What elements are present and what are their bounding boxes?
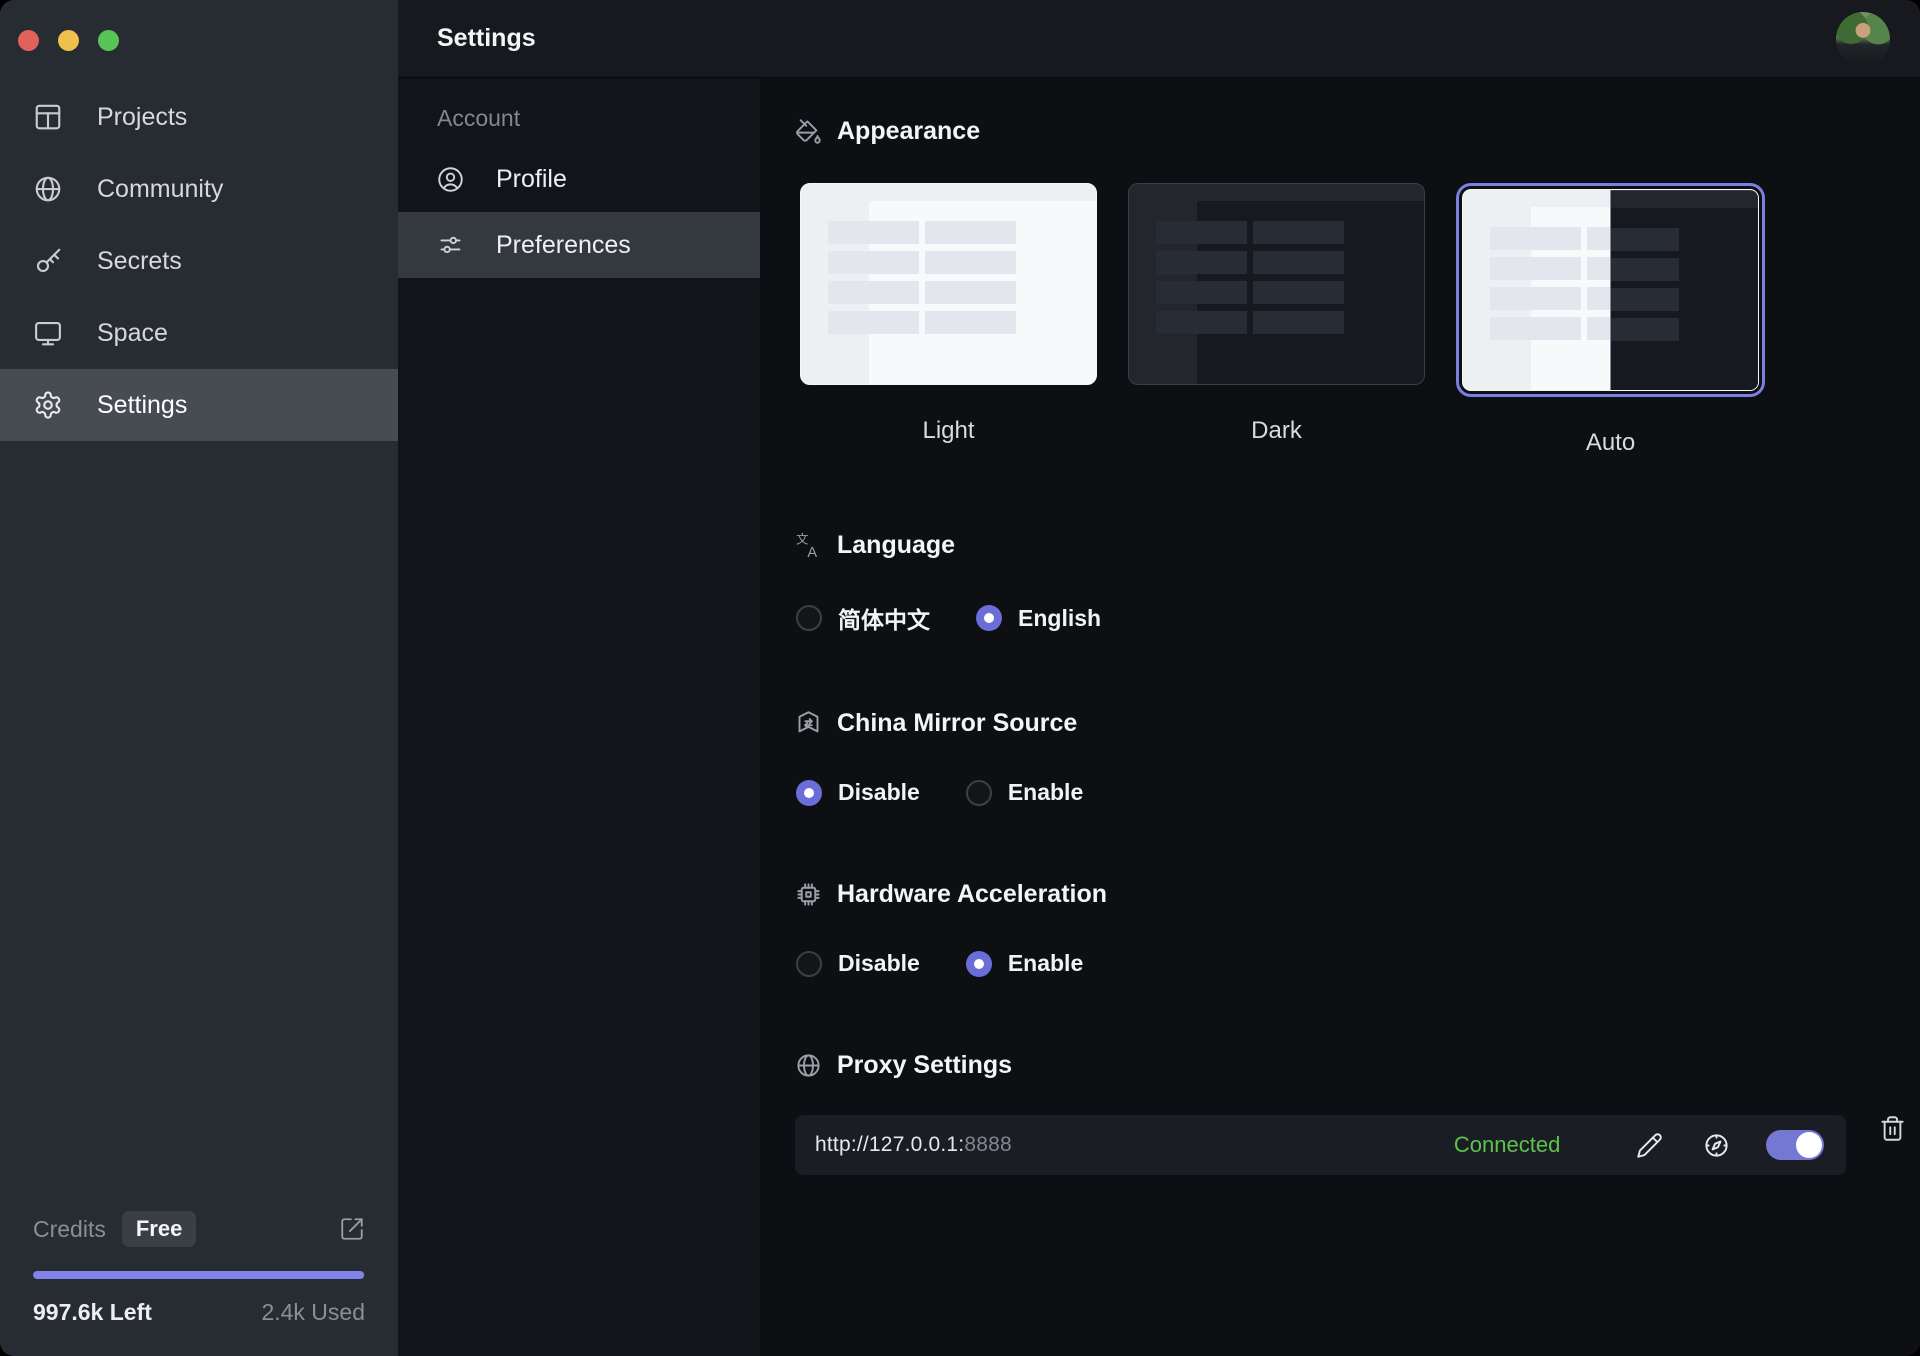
settings-nav-item-label: Preferences: [496, 231, 631, 260]
settings-nav-section-label: Account: [437, 105, 760, 132]
radio-hw-enable[interactable]: [966, 951, 992, 977]
theme-label: Auto: [1456, 429, 1765, 457]
edit-pencil-icon[interactable]: [1636, 1132, 1663, 1159]
appearance-section-header: Appearance: [795, 115, 1920, 147]
sliders-icon: [437, 232, 464, 259]
credits-panel: Credits Free 997.6k Left 2.4k Used: [33, 1211, 365, 1326]
china-mirror-radio-group: Disable Enable: [796, 779, 1920, 806]
user-circle-icon: [437, 166, 464, 193]
cpu-icon: [795, 881, 822, 908]
theme-option-light[interactable]: Light: [800, 183, 1097, 457]
proxy-toggle[interactable]: [1766, 1130, 1824, 1160]
globe-icon: [33, 174, 63, 204]
section-title: Proxy Settings: [837, 1051, 1012, 1080]
proxy-entry-row: http://127.0.0.1:8888 Connected: [795, 1115, 1846, 1175]
sidebar-item-projects[interactable]: Projects: [0, 81, 398, 153]
header: Settings: [398, 0, 1920, 78]
proxy-section-header: Proxy Settings: [795, 1049, 1920, 1081]
plan-badge: Free: [122, 1211, 196, 1247]
proxy-url: http://127.0.0.1:8888: [815, 1133, 1012, 1157]
settings-nav: Account Profile Preferences: [398, 79, 760, 1356]
sidebar-item-label: Community: [97, 175, 223, 204]
radio-label: Disable: [838, 950, 920, 977]
theme-label: Light: [800, 417, 1097, 445]
monitor-icon: [33, 318, 63, 348]
proxy-status-badge: Connected: [1454, 1132, 1560, 1158]
credits-label: Credits: [33, 1216, 106, 1243]
china-mirror-section-header: China Mirror Source: [795, 707, 1920, 739]
sidebar-item-secrets[interactable]: Secrets: [0, 225, 398, 297]
section-title: China Mirror Source: [837, 709, 1077, 738]
delete-proxy-trash-icon[interactable]: [1879, 1115, 1906, 1142]
preferences-content: Appearance Light Dark: [760, 79, 1920, 1356]
theme-option-auto[interactable]: Auto: [1456, 183, 1765, 457]
theme-option-dark[interactable]: Dark: [1128, 183, 1425, 457]
radio-hw-disable[interactable]: [796, 951, 822, 977]
sidebar-item-community[interactable]: Community: [0, 153, 398, 225]
language-section-header: 文 A Language: [795, 529, 1920, 561]
hardware-accel-radio-group: Disable Enable: [796, 950, 1920, 977]
radio-label: Enable: [1008, 950, 1083, 977]
settings-nav-item-preferences[interactable]: Preferences: [398, 212, 760, 278]
radio-mirror-disable[interactable]: [796, 780, 822, 806]
sidebar-item-label: Projects: [97, 103, 187, 132]
language-radio-group: 简体中文 English: [796, 601, 1920, 635]
toggle-knob: [1796, 1132, 1822, 1158]
sidebar-item-label: Space: [97, 319, 168, 348]
zoom-window-button[interactable]: [98, 30, 119, 51]
settings-nav-item-profile[interactable]: Profile: [398, 146, 760, 212]
close-window-button[interactable]: [18, 30, 39, 51]
sidebar-item-label: Secrets: [97, 247, 182, 276]
radio-mirror-enable[interactable]: [966, 780, 992, 806]
section-title: Hardware Acceleration: [837, 880, 1107, 909]
section-title: Language: [837, 531, 955, 560]
sidebar-item-space[interactable]: Space: [0, 297, 398, 369]
theme-label: Dark: [1128, 417, 1425, 445]
mirror-banner-icon: [795, 710, 822, 737]
theme-options: Light Dark: [800, 183, 1920, 457]
credits-used: 2.4k Used: [261, 1299, 365, 1326]
selected-theme-border: [1456, 183, 1765, 397]
theme-preview-auto[interactable]: [1462, 189, 1759, 391]
settings-nav-item-label: Profile: [496, 165, 567, 194]
svg-text:A: A: [807, 544, 817, 558]
sidebar: Projects Community Secrets Space: [0, 0, 398, 1356]
section-title: Appearance: [837, 117, 980, 146]
projects-icon: [33, 102, 63, 132]
proxy-actions: [1636, 1130, 1824, 1160]
theme-preview-dark[interactable]: [1128, 183, 1425, 385]
theme-preview-light[interactable]: [800, 183, 1097, 385]
credits-progress-fill: [33, 1271, 364, 1279]
credits-progress-bar: [33, 1271, 365, 1279]
globe-proxy-icon: [795, 1052, 822, 1079]
radio-label: English: [1018, 605, 1101, 632]
page-title: Settings: [437, 24, 536, 53]
radio-chinese[interactable]: [796, 605, 822, 631]
speed-test-compass-icon[interactable]: [1703, 1132, 1730, 1159]
radio-label: 简体中文: [838, 601, 930, 635]
external-link-icon[interactable]: [339, 1216, 365, 1242]
key-icon: [33, 246, 63, 276]
radio-label: Disable: [838, 779, 920, 806]
translate-icon: 文 A: [795, 532, 822, 559]
paint-bucket-icon: [795, 118, 822, 145]
gear-icon: [33, 390, 63, 420]
proxy-port: 8888: [964, 1133, 1012, 1156]
sidebar-item-label: Settings: [97, 391, 187, 420]
window-controls: [18, 30, 119, 51]
user-avatar[interactable]: [1836, 12, 1890, 66]
minimize-window-button[interactable]: [58, 30, 79, 51]
app-window: Projects Community Secrets Space: [0, 0, 1920, 1356]
proxy-host: http://127.0.0.1:: [815, 1133, 964, 1156]
sidebar-nav: Projects Community Secrets Space: [0, 81, 398, 441]
radio-label: Enable: [1008, 779, 1083, 806]
sidebar-item-settings[interactable]: Settings: [0, 369, 398, 441]
hardware-accel-section-header: Hardware Acceleration: [795, 878, 1920, 910]
radio-english[interactable]: [976, 605, 1002, 631]
credits-left: 997.6k Left: [33, 1299, 152, 1326]
